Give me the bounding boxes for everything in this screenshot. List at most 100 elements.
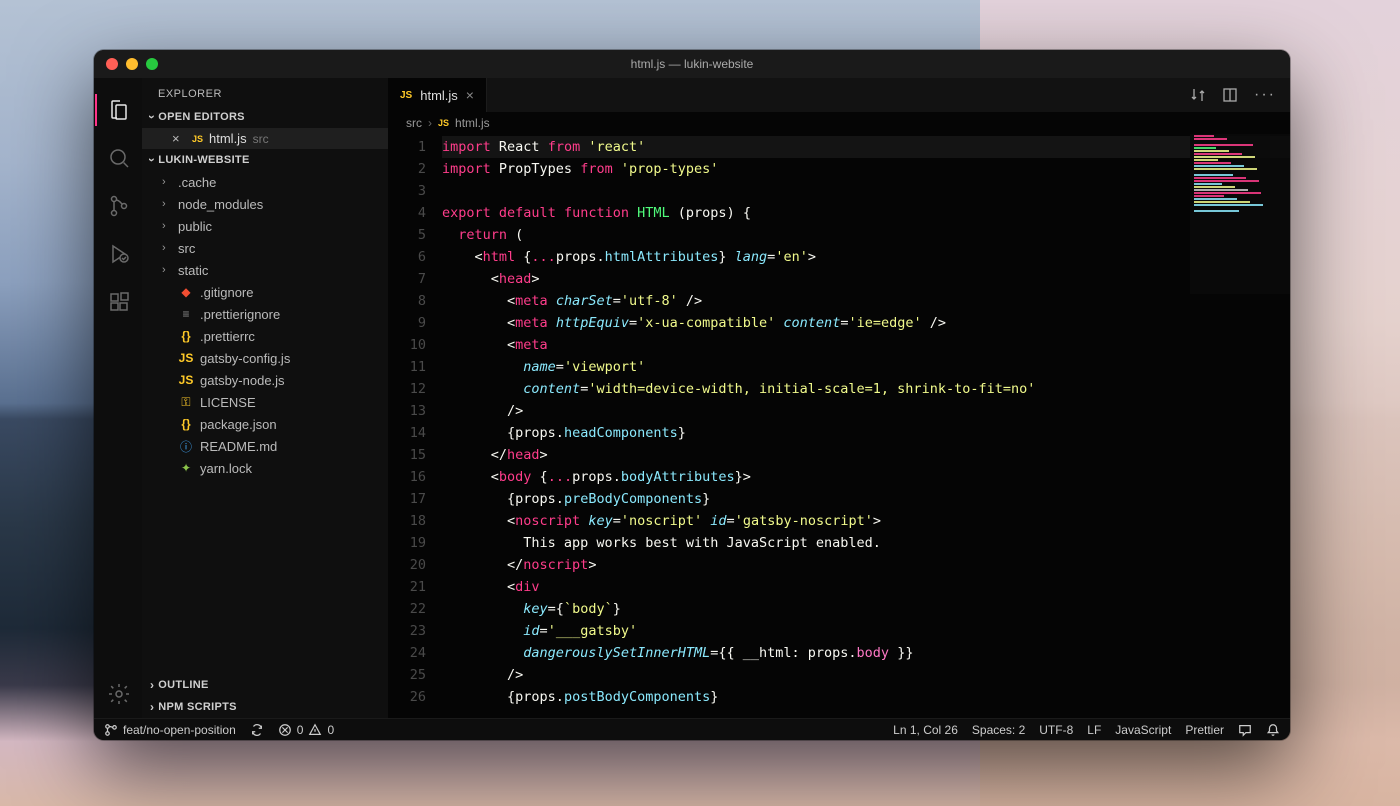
file-item[interactable]: ⓘ README.md <box>142 435 388 457</box>
file-item[interactable]: JS gatsby-node.js <box>142 369 388 391</box>
chevron-right-icon: › <box>162 176 172 188</box>
chevron-right-icon: › <box>428 116 432 130</box>
run-debug-icon[interactable] <box>95 230 143 278</box>
file-item[interactable]: {} package.json <box>142 413 388 435</box>
breadcrumb-file[interactable]: html.js <box>455 116 490 130</box>
folder-item[interactable]: › node_modules <box>142 193 388 215</box>
open-editor-item[interactable]: × JS html.js src <box>142 128 388 149</box>
split-editor-icon[interactable] <box>1222 87 1238 103</box>
open-editors-section[interactable]: › OPEN EDITORS <box>142 106 388 128</box>
outline-label: OUTLINE <box>158 679 208 691</box>
feedback-icon[interactable] <box>1238 723 1252 737</box>
project-section[interactable]: › LUKIN-WEBSITE <box>142 149 388 171</box>
file-name: yarn.lock <box>200 461 252 476</box>
open-editor-filename: html.js <box>209 131 247 146</box>
file-item[interactable]: JSgatsby-config.js <box>142 347 388 369</box>
close-window-button[interactable] <box>106 58 118 70</box>
tab-bar: JS html.js × ··· <box>388 78 1290 112</box>
folder-item[interactable]: › .cache <box>142 171 388 193</box>
compare-changes-icon[interactable] <box>1190 87 1206 103</box>
titlebar[interactable]: html.js — lukin-website <box>94 50 1290 78</box>
npm-scripts-section[interactable]: › NPM SCRIPTS <box>142 696 388 718</box>
vscode-window: html.js — lukin-website EX <box>94 50 1290 740</box>
chevron-right-icon: › <box>162 220 172 232</box>
chevron-right-icon: › <box>162 242 172 254</box>
info-file-icon: ⓘ <box>178 438 194 455</box>
folder-item[interactable]: ›static <box>142 259 388 281</box>
file-tree: › .cache › node_modules › public ›src›static ◆.… <box>142 171 388 479</box>
file-item[interactable]: ✦ yarn.lock <box>142 457 388 479</box>
editor-tab[interactable]: JS html.js × <box>388 78 487 112</box>
json-file-icon: {} <box>178 417 194 431</box>
project-label: LUKIN-WEBSITE <box>158 154 249 166</box>
js-file-icon: JS <box>178 373 194 387</box>
chevron-down-icon: › <box>145 158 159 162</box>
error-count: 0 <box>297 723 304 737</box>
minimize-window-button[interactable] <box>126 58 138 70</box>
chevron-right-icon: › <box>150 678 154 692</box>
line-numbers: 1234567891011121314151617181920212223242… <box>388 134 442 718</box>
maximize-window-button[interactable] <box>146 58 158 70</box>
traffic-lights <box>94 58 158 70</box>
warning-count: 0 <box>327 723 334 737</box>
explorer-icon[interactable] <box>95 86 143 134</box>
file-item[interactable]: {}.prettierrc <box>142 325 388 347</box>
folder-name: node_modules <box>178 197 263 212</box>
git-file-icon: ◆ <box>178 285 194 299</box>
editor-group: JS html.js × ··· src › JS <box>388 78 1290 718</box>
json-file-icon: {} <box>178 329 194 343</box>
chevron-right-icon: › <box>150 700 154 714</box>
close-tab-icon[interactable]: × <box>466 87 474 103</box>
file-name: LICENSE <box>200 395 256 410</box>
notifications-icon[interactable] <box>1266 723 1280 737</box>
file-item[interactable]: ◆ .gitignore <box>142 281 388 303</box>
outline-section[interactable]: › OUTLINE <box>142 674 388 696</box>
folder-name: public <box>178 219 212 234</box>
language-mode[interactable]: JavaScript <box>1115 723 1171 737</box>
activity-bar <box>94 78 142 718</box>
folder-item[interactable]: › public <box>142 215 388 237</box>
problems[interactable]: 0 0 <box>278 723 334 737</box>
folder-name: .cache <box>178 175 216 190</box>
file-name: README.md <box>200 439 277 454</box>
tab-actions: ··· <box>1190 78 1290 112</box>
sidebar: EXPLORER › OPEN EDITORS × JS html.js src… <box>142 78 388 718</box>
search-icon[interactable] <box>95 134 143 182</box>
status-bar: feat/no-open-position 0 0 Ln 1, Col 26 S… <box>94 718 1290 740</box>
formatter[interactable]: Prettier <box>1185 723 1224 737</box>
minimap[interactable] <box>1190 134 1290 294</box>
extensions-icon[interactable] <box>95 278 143 326</box>
code-content[interactable]: import React from 'react'import PropType… <box>442 134 1290 718</box>
js-file-icon: JS <box>192 134 203 144</box>
text-file-icon: ≡ <box>178 307 194 321</box>
file-name: .gitignore <box>200 285 253 300</box>
file-item[interactable]: ⚿ LICENSE <box>142 391 388 413</box>
cursor-position[interactable]: Ln 1, Col 26 <box>893 723 958 737</box>
lock-file-icon: ✦ <box>178 461 194 475</box>
breadcrumb-dir[interactable]: src <box>406 116 422 130</box>
js-file-icon: JS <box>438 118 449 128</box>
open-editors-label: OPEN EDITORS <box>158 111 245 123</box>
file-item[interactable]: ≡ .prettierignore <box>142 303 388 325</box>
tab-filename: html.js <box>420 88 458 103</box>
indentation[interactable]: Spaces: 2 <box>972 723 1025 737</box>
source-control-icon[interactable] <box>95 182 143 230</box>
license-file-icon: ⚿ <box>178 395 194 410</box>
folder-item[interactable]: ›src <box>142 237 388 259</box>
eol[interactable]: LF <box>1087 723 1101 737</box>
encoding[interactable]: UTF-8 <box>1039 723 1073 737</box>
code-editor[interactable]: 1234567891011121314151617181920212223242… <box>388 134 1290 718</box>
breadcrumb[interactable]: src › JS html.js <box>388 112 1290 134</box>
settings-gear-icon[interactable] <box>95 670 143 718</box>
chevron-right-icon: › <box>162 264 172 276</box>
js-file-icon: JS <box>178 351 194 365</box>
file-name: .prettierignore <box>200 307 280 322</box>
close-icon[interactable]: × <box>172 131 186 146</box>
chevron-right-icon: › <box>162 198 172 210</box>
file-name: gatsby-node.js <box>200 373 285 388</box>
file-name: package.json <box>200 417 277 432</box>
open-editor-dir: src <box>253 132 269 146</box>
sync-icon[interactable] <box>250 723 264 737</box>
more-actions-icon[interactable]: ··· <box>1254 86 1276 104</box>
git-branch[interactable]: feat/no-open-position <box>104 723 236 737</box>
